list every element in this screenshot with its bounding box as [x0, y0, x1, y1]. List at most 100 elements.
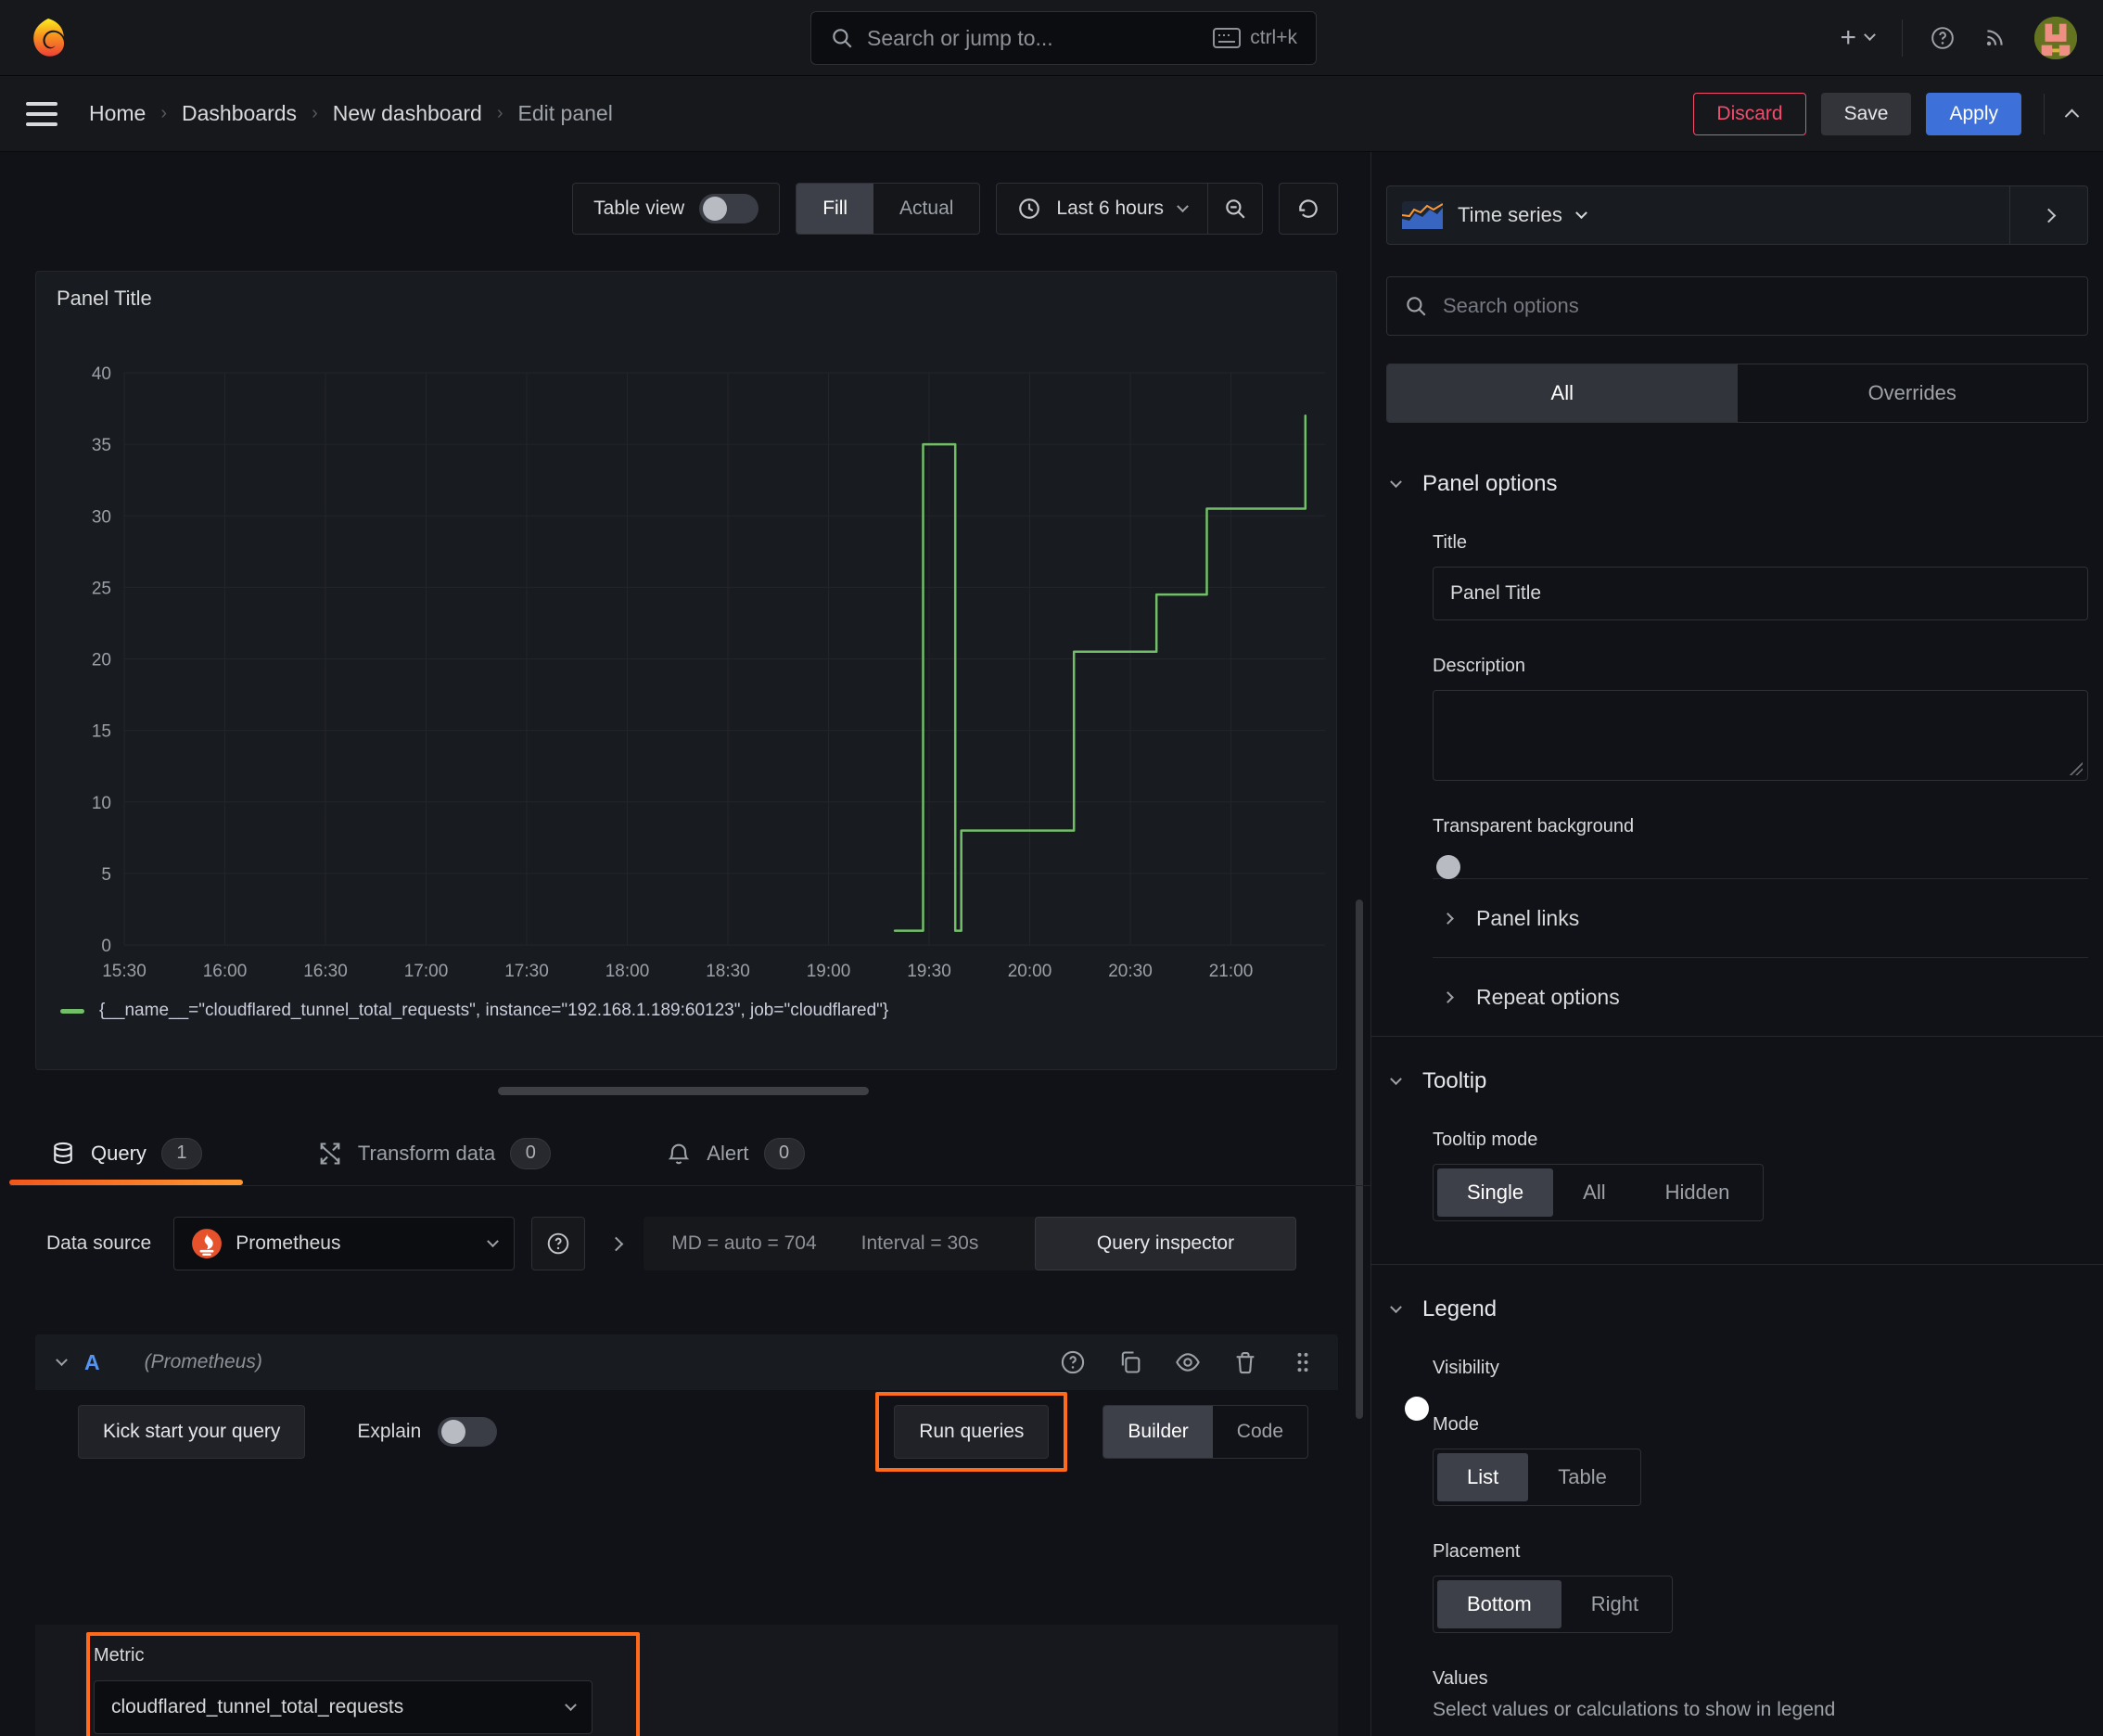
panel-links-label: Panel links — [1476, 905, 1580, 930]
drag-handle-icon[interactable] — [1290, 1349, 1316, 1375]
discard-button[interactable]: Discard — [1693, 92, 1806, 135]
datasource-help-button[interactable] — [531, 1217, 586, 1270]
datasource-picker[interactable]: Prometheus — [173, 1217, 516, 1270]
tab-transform-data[interactable]: Transform data 0 — [276, 1121, 592, 1185]
pane-resize-handle[interactable] — [498, 1087, 869, 1095]
refresh-icon — [1299, 199, 1318, 218]
run-queries-button[interactable]: Run queries — [894, 1405, 1050, 1459]
duplicate-icon[interactable] — [1117, 1349, 1143, 1375]
apply-button[interactable]: Apply — [1926, 92, 2021, 135]
svg-text:17:00: 17:00 — [404, 962, 449, 981]
news-rss-icon[interactable] — [1982, 26, 2007, 50]
explain-control: Explain — [357, 1417, 498, 1447]
zoom-out-icon — [1226, 199, 1245, 219]
query-row-header[interactable]: A (Prometheus) — [35, 1334, 1338, 1390]
query-toolbar-row: Kick start your query Explain Run querie… — [78, 1392, 1308, 1472]
new-button[interactable]: + — [1840, 22, 1876, 54]
tooltip-section-header[interactable]: Tooltip — [1386, 1068, 2088, 1094]
alert-count-badge: 0 — [763, 1137, 805, 1169]
breadcrumb-home[interactable]: Home — [89, 101, 146, 126]
max-datapoints-stat: MD = auto = 704 — [671, 1232, 817, 1254]
transform-icon — [320, 1142, 340, 1165]
time-picker-group: Last 6 hours — [996, 183, 1263, 235]
description-textarea[interactable] — [1433, 690, 2088, 781]
legend-values-hint: Select values or calculations to show in… — [1433, 1699, 1836, 1720]
time-series-chart: 0 5 10 15 20 25 30 35 40 15:30 16:00 16:30 17:00 17:3… — [92, 364, 1325, 981]
chart-legend: {__name__="cloudflared_tunnel_total_requ… — [60, 1001, 888, 1021]
filter-all-option[interactable]: All — [1387, 364, 1738, 422]
legend-label[interactable]: {__name__="cloudflared_tunnel_total_requ… — [99, 1001, 888, 1021]
query-ref-id: A — [84, 1349, 100, 1374]
grafana-logo-icon[interactable] — [26, 16, 70, 60]
code-option[interactable]: Code — [1213, 1406, 1307, 1458]
search-options-input[interactable]: Search options — [1386, 276, 2088, 336]
svg-text:10: 10 — [92, 794, 111, 813]
help-icon[interactable] — [1931, 26, 1955, 50]
explain-toggle[interactable] — [438, 1417, 498, 1447]
chevron-down-icon — [1177, 199, 1189, 212]
actual-option[interactable]: Actual — [873, 184, 979, 234]
breadcrumb-new-dashboard[interactable]: New dashboard — [333, 101, 482, 126]
trash-icon[interactable] — [1232, 1349, 1258, 1375]
panel-options-heading: Panel options — [1422, 471, 1558, 496]
tooltip-mode-switch: Single All Hidden — [1433, 1164, 1765, 1221]
kick-start-query-button[interactable]: Kick start your query — [78, 1405, 306, 1459]
transparent-background-label: Transparent background — [1433, 816, 1635, 836]
main-content: Table view Fill Actual Last 6 hours 0 5 … — [0, 152, 2103, 1736]
svg-text:5: 5 — [101, 865, 111, 885]
tab-alert[interactable]: Alert 0 — [625, 1121, 845, 1185]
tooltip-hidden-option[interactable]: Hidden — [1636, 1168, 1760, 1217]
chevron-down-icon — [1390, 475, 1402, 488]
query-inspector-button[interactable]: Query inspector — [1035, 1217, 1296, 1270]
table-view-toggle[interactable] — [699, 194, 759, 223]
legend-table-option[interactable]: Table — [1528, 1453, 1637, 1501]
panel-links-section[interactable]: Panel links — [1386, 879, 2088, 957]
global-search-input[interactable]: Search or jump to... ctrl+k — [810, 11, 1317, 65]
legend-section-header[interactable]: Legend — [1386, 1296, 2088, 1322]
viz-suggestions-button[interactable] — [2010, 185, 2088, 245]
tooltip-all-option[interactable]: All — [1553, 1168, 1635, 1217]
panel-title: Panel Title — [57, 287, 152, 310]
panel-title-input[interactable] — [1433, 567, 2088, 620]
metric-select[interactable]: cloudflared_tunnel_total_requests — [94, 1680, 593, 1734]
legend-list-option[interactable]: List — [1437, 1453, 1529, 1501]
placement-bottom-option[interactable]: Bottom — [1437, 1580, 1561, 1628]
placement-right-option[interactable]: Right — [1561, 1580, 1668, 1628]
time-range-picker[interactable]: Last 6 hours — [997, 184, 1207, 234]
resize-corner-icon[interactable] — [2070, 762, 2083, 775]
tooltip-mode-label: Tooltip mode — [1433, 1130, 1538, 1150]
refresh-button[interactable] — [1280, 184, 1337, 234]
visualization-picker[interactable]: Time series — [1386, 185, 2010, 245]
chevron-down-icon — [1575, 206, 1587, 219]
menu-toggle-icon[interactable] — [26, 101, 57, 126]
panel-actions: Discard Save Apply — [1693, 92, 2080, 135]
avatar[interactable] — [2034, 16, 2077, 59]
search-placeholder: Search or jump to... — [867, 25, 1053, 50]
tab-query[interactable]: Query 1 — [9, 1121, 243, 1185]
divider — [2044, 93, 2045, 134]
panel-preview[interactable]: 0 5 10 15 20 25 30 35 40 15:30 16:00 16:30 17:00 17:3… — [35, 271, 1337, 1070]
repeat-options-section[interactable]: Repeat options — [1386, 958, 2088, 1036]
tab-alert-label: Alert — [707, 1141, 749, 1165]
panel-options-section-header[interactable]: Panel options — [1386, 471, 2088, 497]
filter-overrides-option[interactable]: Overrides — [1738, 364, 2088, 422]
legend-placement-label: Placement — [1433, 1541, 1521, 1562]
eye-icon[interactable] — [1175, 1349, 1201, 1375]
tooltip-single-option[interactable]: Single — [1437, 1168, 1554, 1217]
run-queries-wrapper: Run queries — [875, 1392, 1068, 1472]
collapse-query-icon[interactable] — [56, 1353, 68, 1366]
save-button[interactable]: Save — [1820, 92, 1912, 135]
metric-label: Metric — [94, 1645, 145, 1666]
collapse-header-icon[interactable] — [2064, 108, 2080, 124]
chevron-right-icon[interactable] — [608, 1236, 624, 1251]
zoom-out-time-button[interactable] — [1208, 184, 1262, 234]
help-circle-icon[interactable] — [1060, 1349, 1086, 1375]
breadcrumb-separator: › — [496, 103, 503, 123]
fill-option[interactable]: Fill — [797, 184, 874, 234]
svg-text:20:30: 20:30 — [1108, 962, 1153, 981]
builder-option[interactable]: Builder — [1103, 1406, 1213, 1458]
query-datasource-hint: (Prometheus) — [144, 1351, 262, 1372]
svg-text:17:30: 17:30 — [504, 962, 549, 981]
breadcrumb-dashboards[interactable]: Dashboards — [182, 101, 297, 126]
query-stats: MD = auto = 704 Interval = 30s Query ins… — [644, 1217, 1296, 1270]
